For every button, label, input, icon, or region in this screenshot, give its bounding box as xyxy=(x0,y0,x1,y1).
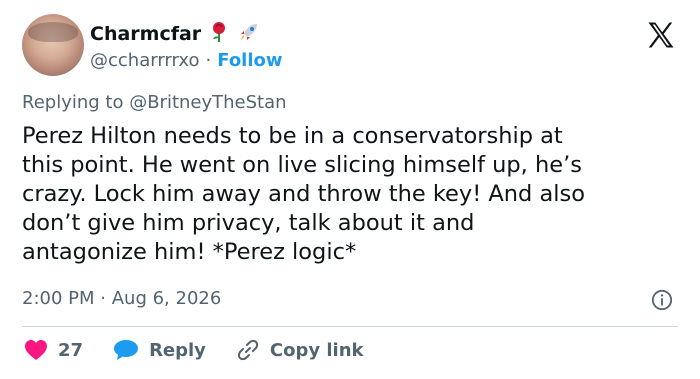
tweet-text: Perez Hilton needs to be in a conservato… xyxy=(22,123,586,265)
name-row: Charmcfar xyxy=(90,20,261,48)
user-handle[interactable]: @ccharrrrxo xyxy=(90,50,200,71)
rocket-emoji-icon xyxy=(237,20,261,48)
copy-link-button[interactable]: Copy link xyxy=(236,338,364,362)
replying-to-prefix: Replying to xyxy=(22,92,130,113)
divider xyxy=(22,326,678,327)
handle-separator: · xyxy=(205,50,212,71)
display-name[interactable]: Charmcfar xyxy=(90,23,201,45)
avatar[interactable] xyxy=(22,14,84,76)
heart-icon xyxy=(25,340,47,360)
tweet-time[interactable]: 2:00 PM xyxy=(22,288,95,309)
info-icon[interactable] xyxy=(651,289,673,311)
tweet-header: Charmcfar @ccharrrrxo · Follow xyxy=(22,14,682,80)
handle-row: @ccharrrrxo · Follow xyxy=(90,50,283,71)
rose-emoji-icon xyxy=(209,21,229,47)
tweet-date[interactable]: Aug 6, 2026 xyxy=(112,288,222,309)
link-icon xyxy=(237,339,258,361)
x-logo-icon[interactable] xyxy=(646,20,676,50)
like-count: 27 xyxy=(58,339,84,361)
reply-label: Reply xyxy=(149,339,206,361)
meta-separator: · xyxy=(100,288,106,309)
copy-link-label: Copy link xyxy=(269,339,364,361)
like-button[interactable]: 27 xyxy=(24,339,83,361)
follow-button[interactable]: Follow xyxy=(217,50,282,71)
reply-button[interactable]: Reply xyxy=(113,339,206,361)
tweet-meta: 2:00 PM · Aug 6, 2026 xyxy=(22,288,221,309)
reply-bubble-icon xyxy=(114,340,139,360)
action-bar: 27 Reply Copy link xyxy=(24,338,394,362)
replying-to: Replying to @BritneyTheStan xyxy=(22,92,287,113)
replying-to-handle[interactable]: @BritneyTheStan xyxy=(129,92,286,113)
